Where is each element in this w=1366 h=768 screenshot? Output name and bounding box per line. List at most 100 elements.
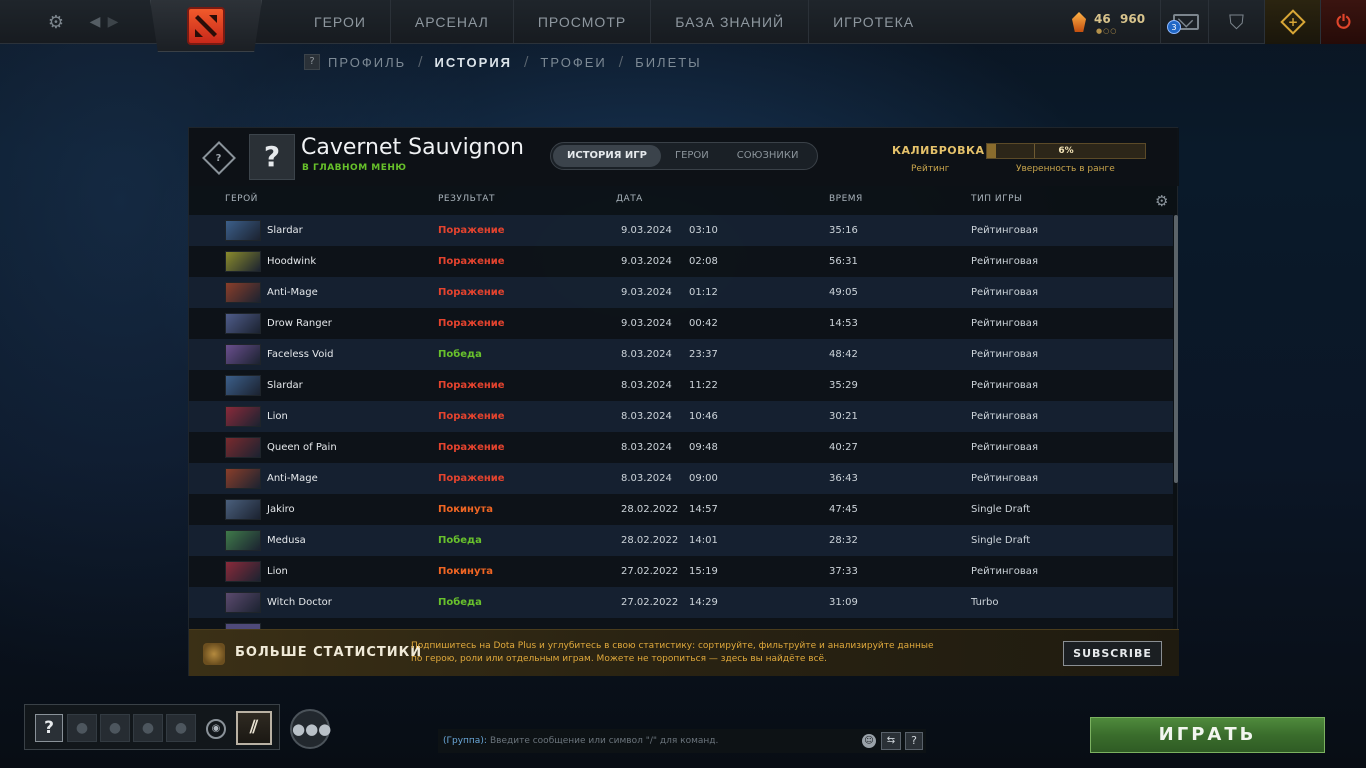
dota-plus-button[interactable]: +	[1264, 0, 1320, 44]
nav-watch[interactable]: ПРОСМОТР	[514, 0, 652, 44]
header-game-type[interactable]: ТИП ИГРЫ	[971, 194, 1022, 204]
subscribe-button[interactable]: SUBSCRIBE	[1063, 641, 1162, 666]
mail-button[interactable]: 3	[1160, 0, 1208, 44]
table-row[interactable]: Lion Покинута 27.02.2022 15:19 37:33 Рейтинго…	[189, 556, 1173, 587]
nav-knowledge-base[interactable]: БАЗА ЗНАНИЙ	[651, 0, 810, 44]
table-row[interactable]: Hoodwink Поражение 9.03.2024 02:08 56:31 Рейт…	[189, 246, 1173, 277]
table-settings-icon[interactable]: ⚙	[1155, 192, 1168, 210]
game-type: Рейтинговая	[971, 380, 1038, 391]
header-hero[interactable]: ГЕРОЙ	[225, 194, 258, 204]
back-arrow-icon[interactable]: ◀	[86, 0, 104, 44]
table-row[interactable]: Medusa Победа 28.02.2022 14:01 28:32 Single D…	[189, 525, 1173, 556]
table-row[interactable]: Slardar Поражение 9.03.2024 03:10 35:16 Рейти…	[189, 215, 1173, 246]
hero-portrait	[225, 344, 261, 365]
chat-input[interactable]	[490, 729, 850, 753]
table-row[interactable]: Slardar Поражение 8.03.2024 11:22 35:29 Рейти…	[189, 370, 1173, 401]
play-button[interactable]: ИГРАТЬ	[1090, 717, 1325, 753]
game-type: Single Draft	[971, 535, 1031, 546]
match-result: Победа	[438, 597, 482, 608]
tab-history[interactable]: ИСТОРИЯ	[435, 55, 513, 70]
table-row[interactable]: Drow Ranger Поражение 9.03.2024 00:42 14:53 Р…	[189, 308, 1173, 339]
hero-portrait	[225, 220, 261, 241]
header-result[interactable]: РЕЗУЛЬТАТ	[438, 194, 495, 204]
match-result: Поражение	[438, 411, 505, 422]
match-start-time: 23:37	[689, 349, 718, 360]
view-allies[interactable]: СОЮЗНИКИ	[723, 145, 813, 167]
party-slot[interactable]: ●	[166, 714, 196, 742]
player-name: Cavernet Sauvignon	[301, 135, 524, 160]
rank-confidence-value: 6%	[1058, 146, 1074, 156]
party-help-button[interactable]: ?	[35, 714, 63, 742]
party-slot[interactable]: ●	[67, 714, 97, 742]
match-duration: 56:31	[829, 256, 858, 267]
hero-portrait	[225, 282, 261, 303]
hero-name: Faceless Void	[267, 349, 334, 360]
view-match-history[interactable]: ИСТОРИЯ ИГР	[553, 145, 661, 167]
chat-channel-label[interactable]: (Группа):	[443, 729, 487, 753]
header-date[interactable]: ДАТА	[616, 194, 643, 204]
voice-icon[interactable]: ◉	[206, 719, 226, 739]
match-duration: 30:21	[829, 411, 858, 422]
party-slot[interactable]: ●	[100, 714, 130, 742]
dota-logo-button[interactable]	[150, 0, 262, 52]
party-slot[interactable]: ●	[133, 714, 163, 742]
tab-trophies[interactable]: ТРОФЕИ	[540, 55, 606, 70]
table-row[interactable]: Anti-Mage Поражение 8.03.2024 09:00 36:43 Рей…	[189, 463, 1173, 494]
match-start-time: 14:29	[689, 597, 718, 608]
match-date: 8.03.2024	[621, 473, 672, 484]
tab-tickets[interactable]: БИЛЕТЫ	[635, 55, 702, 70]
tab-separator: /	[524, 54, 529, 70]
settings-gear-icon[interactable]: ⚙	[40, 0, 72, 44]
hero-portrait	[225, 313, 261, 334]
match-date: 9.03.2024	[621, 287, 672, 298]
game-type: Рейтинговая	[971, 442, 1038, 453]
header-duration[interactable]: ВРЕМЯ	[829, 194, 863, 204]
table-row[interactable]: Queen of Pain Поражение 8.03.2024 09:48 40:2…	[189, 432, 1173, 463]
avatar[interactable]: ?	[249, 134, 295, 180]
nav-armory[interactable]: АРСЕНАЛ	[391, 0, 514, 44]
chatwheel-icon[interactable]: ⇆	[881, 732, 901, 750]
shard-currency-icon	[1072, 12, 1086, 32]
rank-medal-icon[interactable]: ?	[202, 141, 236, 175]
chat-help-button[interactable]: ?	[905, 732, 923, 750]
help-icon[interactable]: ?	[304, 54, 320, 70]
currency-display[interactable]: 46 ●○○ 960	[1070, 8, 1154, 36]
table-header: ГЕРОЙ РЕЗУЛЬТАТ ДАТА ВРЕМЯ ТИП ИГРЫ	[189, 190, 1179, 212]
hero-portrait	[225, 375, 261, 396]
game-type: Рейтинговая	[971, 473, 1038, 484]
nav-heroes[interactable]: ГЕРОИ	[290, 0, 391, 44]
hero-portrait	[225, 437, 261, 458]
dota-plus-promo: БОЛЬШЕ СТАТИСТИКИ Подпишитесь на Dota Pl…	[189, 629, 1179, 676]
player-status: В ГЛАВНОМ МЕНЮ	[302, 163, 407, 173]
friends-icon[interactable]: ●●●	[290, 709, 331, 749]
quit-button[interactable]: ⏻	[1320, 0, 1366, 44]
tab-separator: /	[618, 54, 624, 70]
promo-text: Подпишитесь на Dota Plus и углубитесь в …	[411, 641, 934, 664]
view-heroes[interactable]: ГЕРОИ	[661, 145, 723, 167]
match-duration: 40:27	[829, 442, 858, 453]
scrollbar[interactable]	[1174, 215, 1178, 483]
game-type: Рейтинговая	[971, 287, 1038, 298]
table-row[interactable]: Anti-Mage Поражение 9.03.2024 01:12 49:05 Рей…	[189, 277, 1173, 308]
match-list: Slardar Поражение 9.03.2024 03:10 35:16 Рейти…	[189, 215, 1179, 630]
battlepass-icon[interactable]: ⫽	[236, 711, 272, 745]
emoji-icon[interactable]: ☺	[862, 734, 876, 748]
power-icon: ⏻	[1336, 11, 1351, 33]
forward-arrow-icon[interactable]: ▶	[104, 0, 122, 44]
table-row[interactable]: Witch Doctor Победа 27.02.2022 14:29 31:09 Tu…	[189, 587, 1173, 618]
match-date: 8.03.2024	[621, 380, 672, 391]
match-duration: 35:16	[829, 225, 858, 236]
hero-portrait	[225, 468, 261, 489]
match-start-time: 10:46	[689, 411, 718, 422]
hero-name: Slardar	[267, 380, 303, 391]
match-date: 8.03.2024	[621, 411, 672, 422]
table-row[interactable]: Lion Поражение 8.03.2024 10:46 30:21 Рейтинго…	[189, 401, 1173, 432]
dota-plus-emblem-icon	[203, 643, 225, 665]
nav-arcade[interactable]: ИГРОТЕКА	[809, 0, 938, 44]
promo-title: БОЛЬШЕ СТАТИСТИКИ	[235, 645, 423, 660]
table-row[interactable]: Jakiro Покинута 28.02.2022 14:57 47:45 Single…	[189, 494, 1173, 525]
tab-profile[interactable]: ПРОФИЛЬ	[328, 55, 406, 70]
armory-button[interactable]: ⛉	[1208, 0, 1264, 44]
table-row[interactable]: Faceless Void Победа 8.03.2024 23:37 48:42 Ре…	[189, 339, 1173, 370]
hero-portrait	[225, 499, 261, 520]
